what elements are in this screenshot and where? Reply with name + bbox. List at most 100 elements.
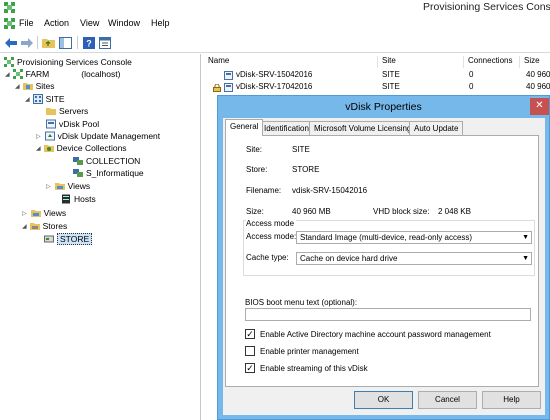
views-icon bbox=[54, 183, 65, 190]
tree-node-root[interactable]: Provisioning Services Console bbox=[4, 56, 132, 68]
vdisk-pool-icon bbox=[46, 119, 56, 129]
dialog-body: General Identification Microsoft Volume … bbox=[223, 118, 545, 415]
menu-action[interactable]: Action bbox=[44, 18, 69, 28]
site-icon bbox=[32, 94, 43, 104]
row-connections: 0 bbox=[469, 82, 474, 91]
tree-node-store[interactable]: STORE bbox=[44, 233, 93, 245]
store-value: STORE bbox=[292, 165, 320, 174]
console-icon[interactable] bbox=[4, 18, 15, 29]
row-name: vDisk-SRV-17042016 bbox=[236, 82, 313, 91]
printer-management-checkbox[interactable] bbox=[245, 346, 255, 356]
bios-boot-menu-input[interactable] bbox=[245, 308, 531, 321]
cache-type-select[interactable]: Cache on device hard drive ▼ bbox=[296, 252, 532, 265]
checkmark-icon: ✓ bbox=[246, 363, 254, 373]
ad-password-checkbox[interactable]: ✓ bbox=[245, 329, 255, 339]
column-header-connections[interactable]: Connections bbox=[464, 56, 520, 68]
store-icon bbox=[44, 235, 54, 243]
tree-node-hosts[interactable]: Hosts bbox=[61, 193, 96, 205]
menu-view[interactable]: View bbox=[80, 18, 99, 28]
tree-label: COLLECTION bbox=[86, 156, 141, 166]
tab-general[interactable]: General bbox=[225, 119, 264, 136]
row-size: 40 960 bbox=[526, 70, 550, 79]
site-value: SITE bbox=[292, 145, 310, 154]
collapse-chevron-icon[interactable]: ◢ bbox=[36, 145, 41, 152]
help-icon[interactable]: ? bbox=[81, 35, 96, 50]
tree-node-sites[interactable]: ◢ Sites bbox=[15, 80, 55, 92]
tree-node-collection[interactable]: COLLECTION bbox=[73, 155, 140, 167]
expand-chevron-icon[interactable]: ▷ bbox=[22, 210, 27, 217]
properties-icon[interactable] bbox=[97, 35, 112, 50]
vdisk-icon bbox=[224, 83, 233, 92]
forward-arrow-icon[interactable] bbox=[19, 35, 34, 50]
menu-window[interactable]: Window bbox=[108, 18, 140, 28]
cache-type-label: Cache type: bbox=[246, 253, 289, 262]
show-hide-tree-icon[interactable] bbox=[58, 35, 73, 50]
menu-help[interactable]: Help bbox=[151, 18, 170, 28]
tree-label: SITE bbox=[45, 94, 65, 104]
filename-label: Filename: bbox=[246, 186, 282, 195]
tree-label: Provisioning Services Console bbox=[17, 57, 132, 67]
menu-file[interactable]: File bbox=[19, 18, 34, 28]
ok-button[interactable]: OK bbox=[354, 391, 413, 409]
access-mode-select[interactable]: Standard Image (multi-device, read-only … bbox=[296, 231, 532, 244]
row-site: SITE bbox=[382, 70, 400, 79]
tab-identification[interactable]: Identification bbox=[259, 121, 314, 135]
tree-label: Hosts bbox=[74, 194, 96, 204]
tree-label: Stores bbox=[42, 221, 68, 231]
access-mode-group-label: Access mode bbox=[246, 219, 297, 228]
tree-node-vdisk-pool[interactable]: vDisk Pool bbox=[46, 118, 99, 130]
expand-chevron-icon[interactable]: ▷ bbox=[36, 133, 41, 140]
streaming-checkbox[interactable]: ✓ bbox=[245, 363, 255, 373]
tab-microsoft-volume-licensing[interactable]: Microsoft Volume Licensing bbox=[309, 121, 417, 135]
tree-node-vdisk-update[interactable]: ▷ vDisk Update Management bbox=[36, 130, 160, 142]
printer-management-label: Enable printer management bbox=[260, 347, 359, 356]
dialog-title: vDisk Properties bbox=[345, 101, 422, 113]
row-name: vDisk-SRV-15042016 bbox=[236, 70, 313, 79]
tree-node-site-views[interactable]: ▷ Views bbox=[46, 180, 90, 192]
column-header-site[interactable]: Site bbox=[378, 56, 464, 68]
vdisk-update-icon bbox=[44, 131, 55, 141]
tree-node-farm[interactable]: ◢ FARM (localhost) bbox=[5, 68, 120, 80]
collapse-chevron-icon[interactable]: ◢ bbox=[5, 71, 10, 78]
collection-icon bbox=[73, 169, 83, 177]
app-icon bbox=[4, 2, 15, 13]
collapse-chevron-icon[interactable]: ◢ bbox=[22, 223, 27, 230]
tree-label: Sites bbox=[35, 81, 55, 91]
tree-node-site[interactable]: ◢ SITE bbox=[25, 93, 65, 105]
cache-type-value: Cache on device hard drive bbox=[300, 254, 398, 263]
tree-node-servers[interactable]: Servers bbox=[46, 105, 88, 117]
expand-chevron-icon[interactable]: ▷ bbox=[46, 183, 51, 190]
ad-password-label: Enable Active Directory machine account … bbox=[260, 330, 491, 339]
back-arrow-icon[interactable] bbox=[3, 35, 18, 50]
collapse-chevron-icon[interactable]: ◢ bbox=[15, 83, 20, 90]
close-icon[interactable]: ✕ bbox=[530, 98, 549, 115]
tree-label-selected: STORE bbox=[57, 233, 93, 245]
row-connections: 0 bbox=[469, 70, 474, 79]
collapse-chevron-icon[interactable]: ◢ bbox=[25, 96, 30, 103]
sites-icon bbox=[22, 83, 33, 90]
cancel-button[interactable]: Cancel bbox=[418, 391, 477, 409]
views-icon bbox=[30, 210, 41, 217]
table-row[interactable]: vDisk-SRV-17042016 SITE 0 40 960 bbox=[204, 82, 550, 93]
tree-node-device-collections[interactable]: ◢ Device Collections bbox=[36, 142, 127, 154]
tree-node-s-informatique[interactable]: S_Informatique bbox=[73, 167, 144, 179]
folder-up-icon[interactable] bbox=[41, 35, 56, 50]
vdisk-icon bbox=[224, 71, 233, 80]
table-row[interactable]: vDisk-SRV-15042016 SITE 0 40 960 bbox=[204, 70, 550, 81]
access-mode-label: Access mode: bbox=[246, 232, 297, 241]
size-label: Size: bbox=[246, 207, 264, 216]
tree-node-stores[interactable]: ◢ Stores bbox=[22, 220, 67, 232]
column-header-size[interactable]: Size bbox=[520, 56, 550, 68]
tree-label: S_Informatique bbox=[86, 168, 144, 178]
tree-label: Views bbox=[67, 181, 91, 191]
svg-text:?: ? bbox=[86, 38, 92, 48]
tree-label: Servers bbox=[59, 106, 89, 116]
vhd-block-size-value: 2 048 KB bbox=[438, 207, 471, 216]
title-bar: Provisioning Services Conso bbox=[0, 0, 550, 15]
toolbar: ? bbox=[0, 33, 550, 53]
tab-auto-update[interactable]: Auto Update bbox=[409, 121, 464, 135]
help-button[interactable]: Help bbox=[482, 391, 541, 409]
tree-label: Device Collections bbox=[56, 143, 127, 153]
column-header-name[interactable]: Name bbox=[204, 56, 378, 68]
tree-node-views[interactable]: ▷ Views bbox=[22, 207, 66, 219]
